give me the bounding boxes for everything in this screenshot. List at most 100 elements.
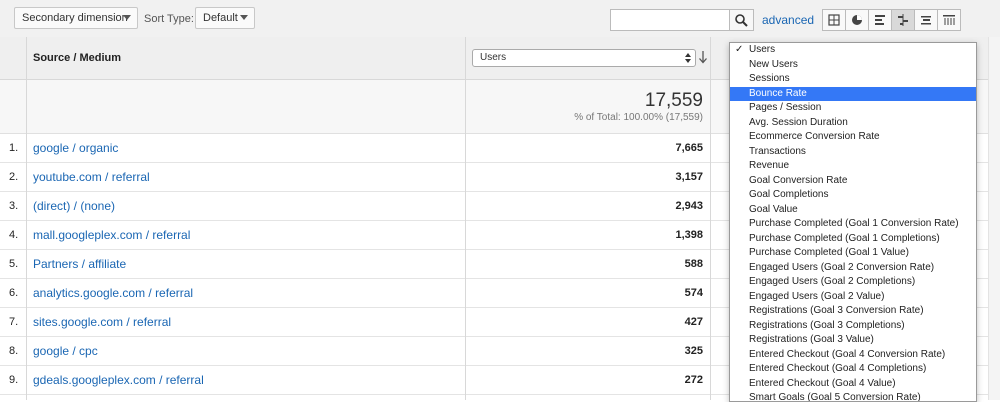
row-number: 3.	[9, 200, 19, 212]
users-value: 3,157	[675, 171, 703, 183]
metric-option-label: Smart Goals (Goal 5 Conversion Rate)	[749, 392, 921, 402]
row-number: 5.	[9, 258, 19, 270]
metric-option-label: Purchase Completed (Goal 1 Value)	[749, 247, 909, 258]
report-toolbar: Secondary dimension Sort Type: Default a…	[0, 0, 1000, 38]
metric-option[interactable]: Revenue	[730, 159, 976, 174]
metric-option[interactable]: Purchase Completed (Goal 1 Value)	[730, 246, 976, 261]
source-medium-link[interactable]: google / cpc	[33, 344, 98, 358]
metric-option-label: Engaged Users (Goal 2 Conversion Rate)	[749, 261, 935, 273]
metric-option-label: Avg. Session Duration	[749, 116, 848, 128]
metric-option[interactable]: Transactions	[730, 145, 976, 160]
users-value: 272	[684, 374, 703, 386]
metric-option[interactable]: Purchase Completed (Goal 1 Conversion Ra…	[730, 217, 976, 232]
comparison-icon	[898, 14, 908, 26]
metric-option-label: Entered Checkout (Goal 4 Value)	[749, 377, 896, 389]
metric-option[interactable]: Registrations (Goal 3 Conversion Rate)	[730, 304, 976, 319]
source-medium-link[interactable]: (direct) / (none)	[33, 199, 115, 213]
performance-view-button[interactable]	[868, 9, 892, 31]
metric-option-label: Transactions	[749, 145, 806, 157]
row-number: 4.	[9, 229, 19, 241]
sort-type-dropdown[interactable]: Default	[195, 7, 255, 29]
metric-option[interactable]: Engaged Users (Goal 2 Value)	[730, 290, 976, 305]
row-number: 2.	[9, 171, 19, 183]
row-number: 7.	[9, 316, 19, 328]
sort-type-value: Default	[203, 12, 238, 24]
metric-option[interactable]: Purchase Completed (Goal 1 Completions)	[730, 232, 976, 247]
source-medium-link[interactable]: google / organic	[33, 141, 118, 155]
metric-option-label: Revenue	[749, 160, 790, 171]
source-medium-link[interactable]: gdeals.googleplex.com / referral	[33, 373, 204, 387]
sort-type-label: Sort Type:	[144, 13, 194, 25]
data-table-view-button[interactable]	[822, 9, 846, 31]
metric-option-label: Registrations (Goal 3 Conversion Rate)	[749, 305, 924, 316]
metric-option-label: Entered Checkout (Goal 4 Completions)	[749, 363, 927, 374]
metric-option-label: Entered Checkout (Goal 4 Conversion Rate…	[749, 348, 946, 360]
metric-option[interactable]: Entered Checkout (Goal 4 Completions)	[730, 362, 976, 377]
caret-down-icon	[123, 15, 131, 20]
metric-option-label: Pages / Session	[749, 102, 822, 113]
grid-icon	[828, 14, 840, 26]
source-medium-link[interactable]: mall.googleplex.com / referral	[33, 228, 190, 242]
pivot-view-button[interactable]	[937, 9, 961, 31]
metric-option-label: Sessions	[749, 73, 790, 84]
metric-option[interactable]: Smart Goals (Goal 5 Conversion Rate)	[730, 391, 976, 402]
row-number: 6.	[9, 287, 19, 299]
advanced-filter-link[interactable]: advanced	[762, 13, 814, 27]
column-divider	[26, 37, 27, 400]
metric-option-label: Ecommerce Conversion Rate	[749, 131, 880, 142]
metric-option[interactable]: Goal Conversion Rate	[730, 174, 976, 189]
source-medium-link[interactable]: sites.google.com / referral	[33, 315, 171, 329]
search-icon	[735, 14, 748, 27]
metric-option[interactable]: Goal Completions	[730, 188, 976, 203]
metric-option[interactable]: Engaged Users (Goal 2 Conversion Rate)	[730, 261, 976, 276]
metric-selector-value: Users	[480, 52, 507, 63]
secondary-dimension-dropdown[interactable]: Secondary dimension	[14, 7, 138, 29]
term-cloud-view-button[interactable]	[914, 9, 938, 31]
metric-selector[interactable]: Users	[472, 49, 696, 67]
metric-option-label: Engaged Users (Goal 2 Value)	[749, 290, 885, 302]
total-users-value: 17,559	[644, 90, 703, 111]
table-search-input[interactable]	[610, 9, 730, 31]
metric-dropdown-menu: ✓ Users New Users Sessions Bounce Rate Pages …	[729, 42, 977, 402]
secondary-dimension-label: Secondary dimension	[22, 12, 128, 24]
row-number: 9.	[9, 374, 19, 386]
source-medium-header[interactable]: Source / Medium	[33, 52, 121, 64]
page-scrollbar[interactable]	[988, 37, 1000, 400]
pie-chart-icon	[852, 15, 862, 25]
metric-option-label: Registrations (Goal 3 Value)	[749, 334, 874, 345]
metric-option-label: Engaged Users (Goal 2 Completions)	[749, 276, 916, 287]
metric-option[interactable]: Sessions	[730, 72, 976, 87]
users-value: 588	[684, 258, 703, 270]
metric-option[interactable]: Goal Value	[730, 203, 976, 218]
comparison-view-button[interactable]	[891, 9, 915, 31]
metric-option[interactable]: Pages / Session	[730, 101, 976, 116]
column-divider	[465, 37, 466, 400]
source-medium-link[interactable]: Partners / affiliate	[33, 257, 126, 271]
bar-chart-icon	[875, 15, 885, 25]
metric-option[interactable]: Ecommerce Conversion Rate	[730, 130, 976, 145]
metric-option-label: Goal Value	[749, 203, 798, 215]
metric-option[interactable]: New Users	[730, 58, 976, 73]
column-divider	[710, 37, 711, 400]
metric-option-label: Goal Conversion Rate	[749, 174, 848, 186]
users-value: 1,398	[675, 229, 703, 241]
metric-option-label: New Users	[749, 58, 798, 70]
source-medium-link[interactable]: youtube.com / referral	[33, 170, 150, 184]
users-value: 7,665	[675, 142, 703, 154]
row-number: 8.	[9, 345, 19, 357]
metric-option-label: Purchase Completed (Goal 1 Completions)	[749, 232, 940, 244]
pie-view-button[interactable]	[845, 9, 869, 31]
checkmark-icon: ✓	[735, 44, 744, 55]
term-cloud-icon	[921, 16, 931, 25]
metric-option[interactable]: Avg. Session Duration	[730, 116, 976, 131]
metric-option[interactable]: Bounce Rate	[730, 86, 976, 101]
search-button[interactable]	[729, 9, 754, 31]
metric-option[interactable]: Entered Checkout (Goal 4 Conversion Rate…	[730, 348, 976, 363]
source-medium-link[interactable]: analytics.google.com / referral	[33, 286, 193, 300]
sort-descending-icon[interactable]	[698, 50, 708, 64]
metric-option[interactable]: Registrations (Goal 3 Completions)	[730, 319, 976, 334]
metric-option[interactable]: Registrations (Goal 3 Value)	[730, 333, 976, 348]
metric-option[interactable]: ✓ Users	[730, 43, 976, 58]
metric-option[interactable]: Entered Checkout (Goal 4 Value)	[730, 377, 976, 392]
metric-option[interactable]: Engaged Users (Goal 2 Completions)	[730, 275, 976, 290]
